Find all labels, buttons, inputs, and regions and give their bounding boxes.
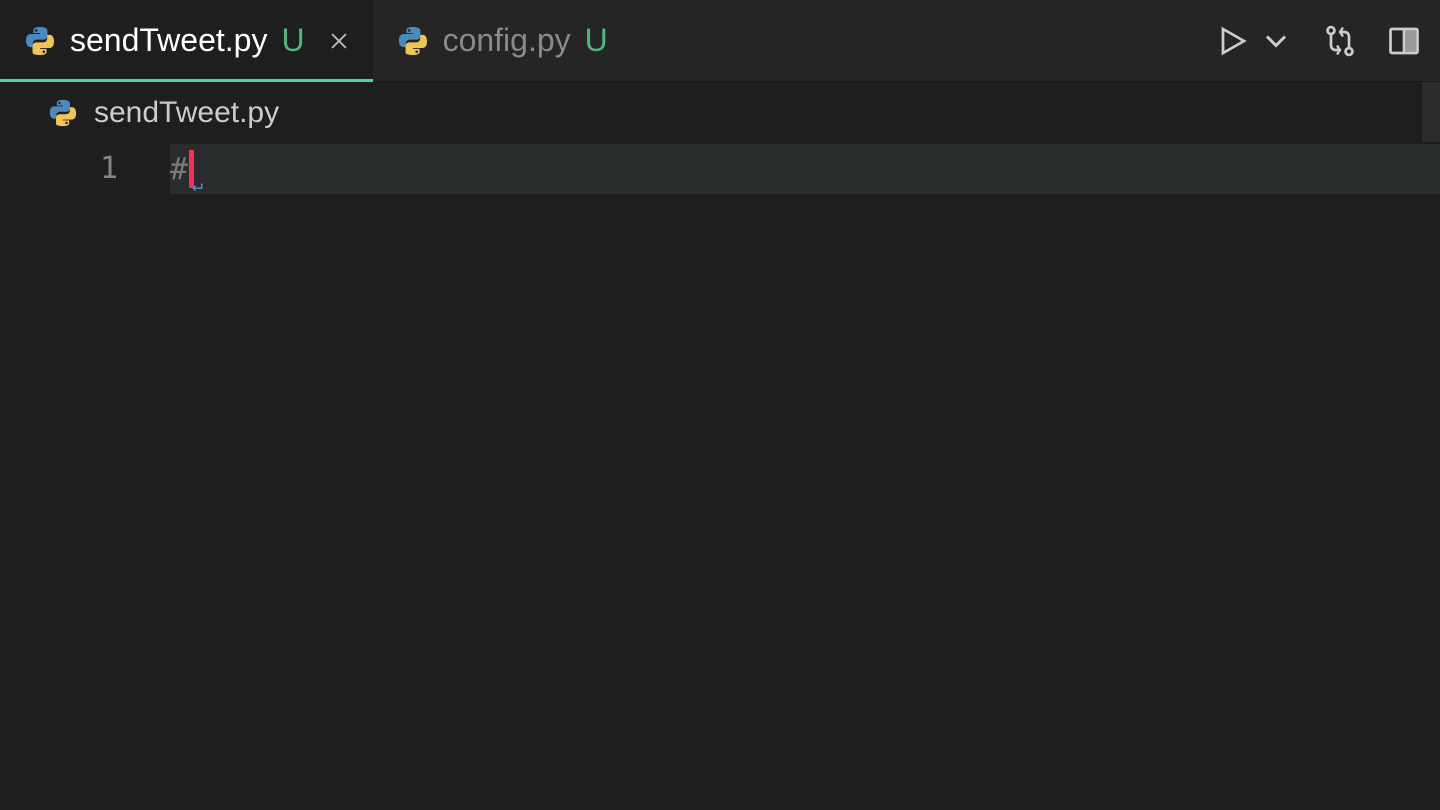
breadcrumb[interactable]: sendTweet.py — [0, 82, 1440, 144]
tab-config[interactable]: config.py U — [373, 0, 628, 82]
chevron-down-icon[interactable] — [1258, 23, 1294, 59]
gutter: 1 — [0, 144, 170, 194]
tab-actions — [1214, 23, 1440, 59]
close-icon[interactable] — [325, 27, 353, 55]
return-glyph-icon: ↵ — [192, 175, 203, 196]
code-text: # — [170, 152, 188, 187]
breadcrumb-filename: sendTweet.py — [94, 96, 279, 130]
python-icon — [24, 25, 56, 57]
play-icon[interactable] — [1214, 23, 1250, 59]
python-icon — [397, 25, 429, 57]
editor[interactable]: 1 # ↵ — [0, 144, 1440, 194]
python-icon — [48, 98, 78, 128]
tab-filename: config.py — [443, 22, 571, 59]
code-line[interactable]: # ↵ — [170, 144, 1440, 194]
tab-bar: sendTweet.py U config.py U — [0, 0, 1440, 82]
tab-filename: sendTweet.py — [70, 22, 267, 59]
tab-status-badge: U — [281, 22, 304, 59]
scrollbar[interactable] — [1422, 82, 1440, 142]
tab-status-badge: U — [585, 22, 608, 59]
run-file-group — [1214, 23, 1294, 59]
git-compare-icon[interactable] — [1322, 23, 1358, 59]
code-area[interactable]: # ↵ — [170, 144, 1440, 194]
line-number: 1 — [0, 144, 118, 194]
tab-sendtweet[interactable]: sendTweet.py U — [0, 0, 373, 82]
split-editor-icon[interactable] — [1386, 23, 1422, 59]
